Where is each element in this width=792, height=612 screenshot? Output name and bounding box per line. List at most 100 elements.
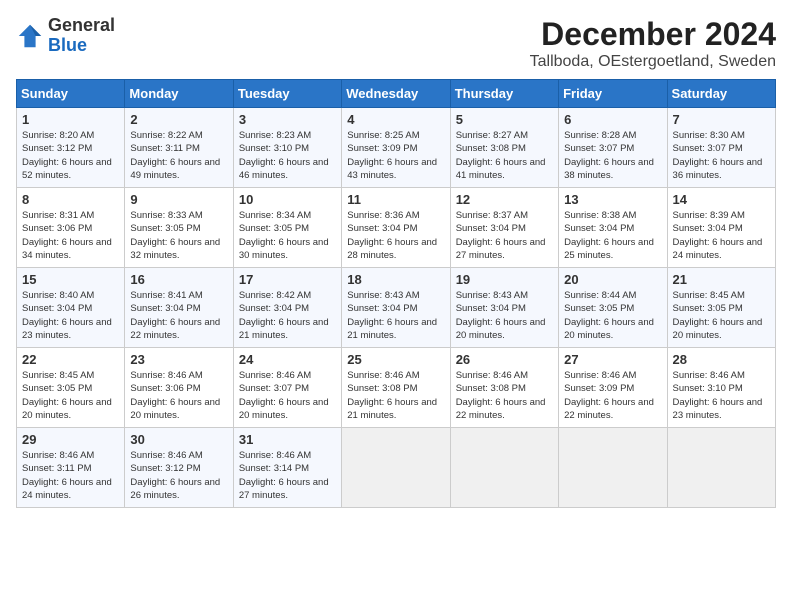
day-info: Sunrise: 8:44 AMSunset: 3:05 PMDaylight:…: [564, 289, 661, 342]
day-number: 3: [239, 112, 336, 127]
day-info: Sunrise: 8:45 AMSunset: 3:05 PMDaylight:…: [22, 369, 119, 422]
day-cell: 10 Sunrise: 8:34 AMSunset: 3:05 PMDayligh…: [233, 188, 341, 268]
location: Tallboda, OEstergoetland, Sweden: [530, 53, 776, 71]
weekday-header-row: SundayMondayTuesdayWednesdayThursdayFrid…: [17, 80, 776, 108]
day-number: 10: [239, 192, 336, 207]
logo: General Blue: [16, 16, 115, 56]
day-number: 15: [22, 272, 119, 287]
day-info: Sunrise: 8:46 AMSunset: 3:14 PMDaylight:…: [239, 449, 336, 502]
day-info: Sunrise: 8:37 AMSunset: 3:04 PMDaylight:…: [456, 209, 553, 262]
day-info: Sunrise: 8:42 AMSunset: 3:04 PMDaylight:…: [239, 289, 336, 342]
day-number: 21: [673, 272, 770, 287]
day-info: Sunrise: 8:22 AMSunset: 3:11 PMDaylight:…: [130, 129, 227, 182]
day-cell: 24 Sunrise: 8:46 AMSunset: 3:07 PMDayligh…: [233, 348, 341, 428]
day-info: Sunrise: 8:40 AMSunset: 3:04 PMDaylight:…: [22, 289, 119, 342]
weekday-header-wednesday: Wednesday: [342, 80, 450, 108]
day-cell: 13 Sunrise: 8:38 AMSunset: 3:04 PMDayligh…: [559, 188, 667, 268]
day-cell: 31 Sunrise: 8:46 AMSunset: 3:14 PMDayligh…: [233, 428, 341, 508]
day-number: 5: [456, 112, 553, 127]
day-cell: 7Sunrise: 8:30 AMSunset: 3:07 PMDaylight…: [667, 108, 775, 188]
day-info: Sunrise: 8:46 AMSunset: 3:06 PMDaylight:…: [130, 369, 227, 422]
day-cell: 9 Sunrise: 8:33 AMSunset: 3:05 PMDaylight…: [125, 188, 233, 268]
weekday-header-monday: Monday: [125, 80, 233, 108]
day-cell: 2 Sunrise: 8:22 AMSunset: 3:11 PMDaylight…: [125, 108, 233, 188]
day-number: 14: [673, 192, 770, 207]
day-number: 29: [22, 432, 119, 447]
day-cell: 17 Sunrise: 8:42 AMSunset: 3:04 PMDayligh…: [233, 268, 341, 348]
logo-icon: [16, 22, 44, 50]
day-info: Sunrise: 8:33 AMSunset: 3:05 PMDaylight:…: [130, 209, 227, 262]
logo-text: General Blue: [48, 16, 115, 56]
day-cell: 14Sunrise: 8:39 AMSunset: 3:04 PMDayligh…: [667, 188, 775, 268]
day-cell: 18Sunrise: 8:43 AMSunset: 3:04 PMDayligh…: [342, 268, 450, 348]
day-cell: 5Sunrise: 8:27 AMSunset: 3:08 PMDaylight…: [450, 108, 558, 188]
day-info: Sunrise: 8:46 AMSunset: 3:08 PMDaylight:…: [347, 369, 444, 422]
day-cell: 21 Sunrise: 8:45 AMSunset: 3:05 PMDayligh…: [667, 268, 775, 348]
day-number: 22: [22, 352, 119, 367]
day-number: 30: [130, 432, 227, 447]
day-cell: 16 Sunrise: 8:41 AMSunset: 3:04 PMDayligh…: [125, 268, 233, 348]
day-cell: 8 Sunrise: 8:31 AMSunset: 3:06 PMDaylight…: [17, 188, 125, 268]
day-info: Sunrise: 8:34 AMSunset: 3:05 PMDaylight:…: [239, 209, 336, 262]
day-info: Sunrise: 8:25 AMSunset: 3:09 PMDaylight:…: [347, 129, 444, 182]
day-number: 8: [22, 192, 119, 207]
day-number: 13: [564, 192, 661, 207]
day-info: Sunrise: 8:23 AMSunset: 3:10 PMDaylight:…: [239, 129, 336, 182]
day-info: Sunrise: 8:46 AMSunset: 3:08 PMDaylight:…: [456, 369, 553, 422]
day-number: 2: [130, 112, 227, 127]
week-row-3: 15 Sunrise: 8:40 AMSunset: 3:04 PMDayligh…: [17, 268, 776, 348]
day-info: Sunrise: 8:43 AMSunset: 3:04 PMDaylight:…: [347, 289, 444, 342]
day-number: 16: [130, 272, 227, 287]
day-number: 19: [456, 272, 553, 287]
day-number: 9: [130, 192, 227, 207]
day-cell: 12Sunrise: 8:37 AMSunset: 3:04 PMDayligh…: [450, 188, 558, 268]
day-number: 20: [564, 272, 661, 287]
day-number: 6: [564, 112, 661, 127]
weekday-header-saturday: Saturday: [667, 80, 775, 108]
day-info: Sunrise: 8:41 AMSunset: 3:04 PMDaylight:…: [130, 289, 227, 342]
day-cell: 22 Sunrise: 8:45 AMSunset: 3:05 PMDayligh…: [17, 348, 125, 428]
day-number: 26: [456, 352, 553, 367]
day-cell: 3 Sunrise: 8:23 AMSunset: 3:10 PMDaylight…: [233, 108, 341, 188]
weekday-header-thursday: Thursday: [450, 80, 558, 108]
day-info: Sunrise: 8:28 AMSunset: 3:07 PMDaylight:…: [564, 129, 661, 182]
day-number: 11: [347, 192, 444, 207]
day-info: Sunrise: 8:36 AMSunset: 3:04 PMDaylight:…: [347, 209, 444, 262]
day-info: Sunrise: 8:45 AMSunset: 3:05 PMDaylight:…: [673, 289, 770, 342]
day-number: 28: [673, 352, 770, 367]
day-cell: 4 Sunrise: 8:25 AMSunset: 3:09 PMDaylight…: [342, 108, 450, 188]
day-info: Sunrise: 8:46 AMSunset: 3:12 PMDaylight:…: [130, 449, 227, 502]
day-info: Sunrise: 8:46 AMSunset: 3:10 PMDaylight:…: [673, 369, 770, 422]
day-info: Sunrise: 8:46 AMSunset: 3:09 PMDaylight:…: [564, 369, 661, 422]
day-info: Sunrise: 8:46 AMSunset: 3:07 PMDaylight:…: [239, 369, 336, 422]
day-cell: 28 Sunrise: 8:46 AMSunset: 3:10 PMDayligh…: [667, 348, 775, 428]
week-row-5: 29Sunrise: 8:46 AMSunset: 3:11 PMDayligh…: [17, 428, 776, 508]
title-area: December 2024 Tallboda, OEstergoetland, …: [530, 16, 776, 71]
calendar: SundayMondayTuesdayWednesdayThursdayFrid…: [16, 79, 776, 508]
day-info: Sunrise: 8:38 AMSunset: 3:04 PMDaylight:…: [564, 209, 661, 262]
day-cell: 6 Sunrise: 8:28 AMSunset: 3:07 PMDaylight…: [559, 108, 667, 188]
week-row-2: 8 Sunrise: 8:31 AMSunset: 3:06 PMDaylight…: [17, 188, 776, 268]
weekday-header-friday: Friday: [559, 80, 667, 108]
day-number: 25: [347, 352, 444, 367]
day-cell: 19Sunrise: 8:43 AMSunset: 3:04 PMDayligh…: [450, 268, 558, 348]
day-cell: 1 Sunrise: 8:20 AMSunset: 3:12 PMDaylight…: [17, 108, 125, 188]
day-cell: [667, 428, 775, 508]
day-cell: [342, 428, 450, 508]
weekday-header-sunday: Sunday: [17, 80, 125, 108]
header: General Blue December 2024 Tallboda, OEs…: [16, 16, 776, 71]
day-number: 1: [22, 112, 119, 127]
day-number: 17: [239, 272, 336, 287]
day-cell: 30 Sunrise: 8:46 AMSunset: 3:12 PMDayligh…: [125, 428, 233, 508]
day-cell: 11 Sunrise: 8:36 AMSunset: 3:04 PMDayligh…: [342, 188, 450, 268]
day-number: 31: [239, 432, 336, 447]
day-info: Sunrise: 8:31 AMSunset: 3:06 PMDaylight:…: [22, 209, 119, 262]
day-info: Sunrise: 8:30 AMSunset: 3:07 PMDaylight:…: [673, 129, 770, 182]
day-info: Sunrise: 8:20 AMSunset: 3:12 PMDaylight:…: [22, 129, 119, 182]
day-cell: 26 Sunrise: 8:46 AMSunset: 3:08 PMDayligh…: [450, 348, 558, 428]
day-number: 24: [239, 352, 336, 367]
day-cell: 20 Sunrise: 8:44 AMSunset: 3:05 PMDayligh…: [559, 268, 667, 348]
month-title: December 2024: [530, 16, 776, 53]
week-row-4: 22 Sunrise: 8:45 AMSunset: 3:05 PMDayligh…: [17, 348, 776, 428]
day-number: 4: [347, 112, 444, 127]
